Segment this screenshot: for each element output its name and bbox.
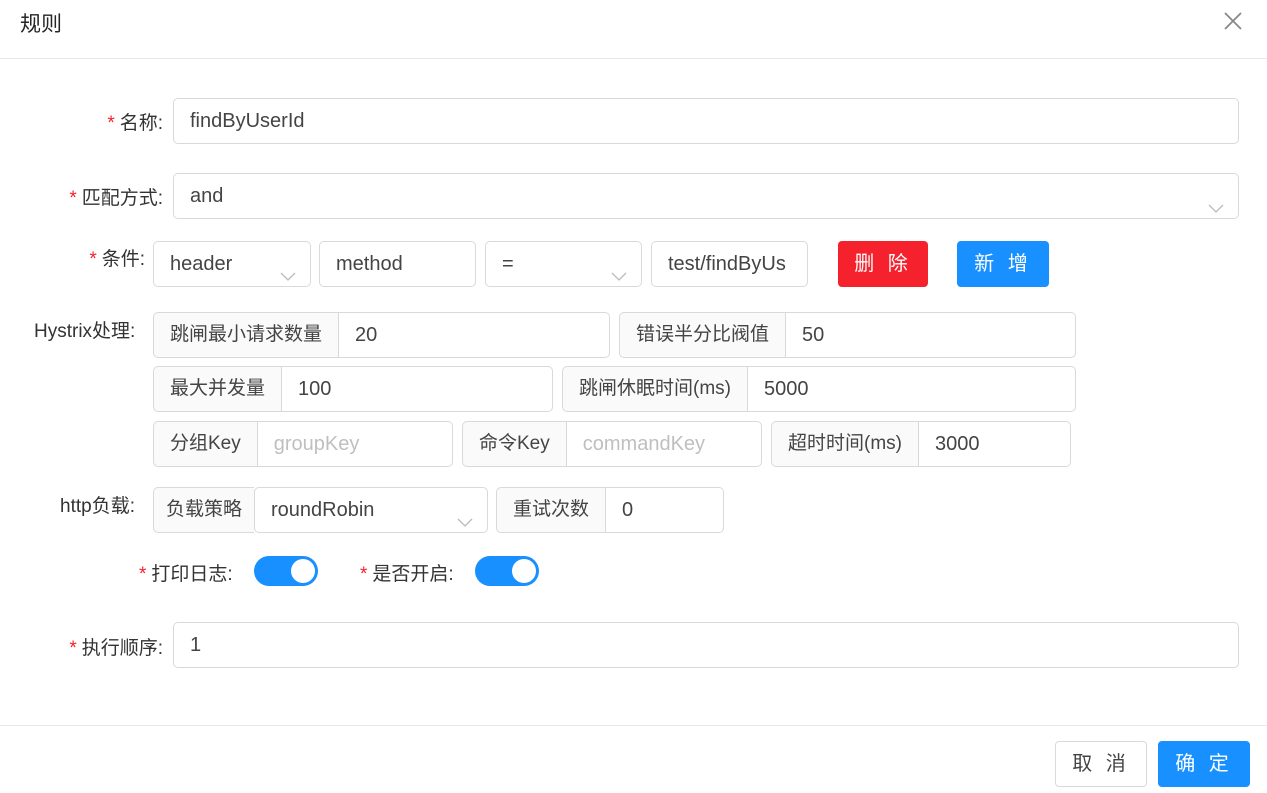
required-mark: *: [89, 249, 97, 270]
hystrix-timeout-group: 超时时间(ms) 3000: [771, 421, 1071, 467]
required-mark: *: [360, 564, 368, 585]
hystrix-min-requests-group: 跳闸最小请求数量 20: [153, 312, 610, 358]
delete-condition-button[interactable]: 删 除: [838, 241, 928, 287]
hystrix-max-concurrency-group: 最大并发量 100: [153, 366, 553, 412]
hystrix-command-key-label: 命令Key: [462, 421, 566, 467]
condition-type-select[interactable]: header: [153, 241, 311, 287]
chevron-down-icon: [457, 502, 473, 527]
hystrix-group-key-group: 分组Key groupKey: [153, 421, 453, 467]
hystrix-error-threshold-input[interactable]: 50: [785, 312, 1076, 358]
match-mode-label: * 匹配方式:: [69, 188, 163, 209]
hystrix-sleep-window-input[interactable]: 5000: [746, 366, 1076, 412]
hystrix-label: Hystrix处理:: [34, 321, 136, 342]
hystrix-timeout-label: 超时时间(ms): [771, 421, 918, 467]
switch-knob: [291, 559, 315, 583]
condition-value-input[interactable]: test/findByUs: [651, 241, 808, 287]
add-condition-button[interactable]: 新 增: [957, 241, 1049, 287]
hystrix-group-key-input[interactable]: groupKey: [256, 421, 453, 467]
name-label: * 名称:: [107, 113, 163, 134]
close-icon: [1221, 12, 1245, 38]
hystrix-min-requests-input[interactable]: 20: [338, 312, 610, 358]
cancel-button[interactable]: 取 消: [1055, 741, 1147, 787]
hystrix-command-key-group: 命令Key commandKey: [462, 421, 762, 467]
condition-label: * 条件:: [89, 249, 145, 270]
log-switch[interactable]: [254, 556, 318, 586]
hystrix-error-threshold-group: 错误半分比阀值 50: [619, 312, 1076, 358]
switch-knob: [512, 559, 536, 583]
required-mark: *: [107, 113, 115, 134]
log-switch-label: * 打印日志:: [139, 564, 233, 585]
dialog-header: 规则: [0, 0, 1267, 59]
hystrix-error-threshold-label: 错误半分比阀值: [619, 312, 786, 358]
hystrix-command-key-input[interactable]: commandKey: [565, 421, 762, 467]
condition-operator-select[interactable]: =: [485, 241, 642, 287]
hystrix-timeout-input[interactable]: 3000: [917, 421, 1071, 467]
retry-count-input[interactable]: 0: [605, 487, 724, 533]
required-mark: *: [139, 564, 147, 585]
order-input[interactable]: 1: [173, 622, 1239, 668]
required-mark: *: [69, 638, 77, 659]
hystrix-group-key-label: 分组Key: [153, 421, 257, 467]
http-load-label: http负载:: [60, 496, 135, 517]
hystrix-min-requests-label: 跳闸最小请求数量: [153, 312, 339, 358]
chevron-down-icon: [1208, 188, 1224, 213]
hystrix-sleep-window-label: 跳闸休眠时间(ms): [562, 366, 747, 412]
match-mode-select[interactable]: and: [173, 173, 1239, 219]
enable-switch-label: * 是否开启:: [360, 564, 454, 585]
close-button[interactable]: [1221, 8, 1245, 34]
hystrix-sleep-window-group: 跳闸休眠时间(ms) 5000: [562, 366, 1076, 412]
load-strategy-group: 负载策略 roundRobin: [153, 487, 488, 533]
condition-key-input[interactable]: method: [319, 241, 476, 287]
retry-count-label: 重试次数: [496, 487, 606, 533]
dialog-footer: 取 消 确 定: [0, 725, 1267, 793]
required-mark: *: [69, 188, 77, 209]
hystrix-max-concurrency-input[interactable]: 100: [281, 366, 553, 412]
ok-button[interactable]: 确 定: [1158, 741, 1250, 787]
name-input[interactable]: findByUserId: [173, 98, 1239, 144]
chevron-down-icon: [280, 256, 296, 281]
dialog-title: 规则: [20, 13, 62, 36]
order-label: * 执行顺序:: [69, 638, 163, 659]
load-strategy-select[interactable]: roundRobin: [254, 487, 488, 533]
load-strategy-label: 负载策略: [153, 487, 255, 533]
enable-switch[interactable]: [475, 556, 539, 586]
retry-count-group: 重试次数 0: [496, 487, 724, 533]
chevron-down-icon: [611, 256, 627, 281]
hystrix-max-concurrency-label: 最大并发量: [153, 366, 282, 412]
